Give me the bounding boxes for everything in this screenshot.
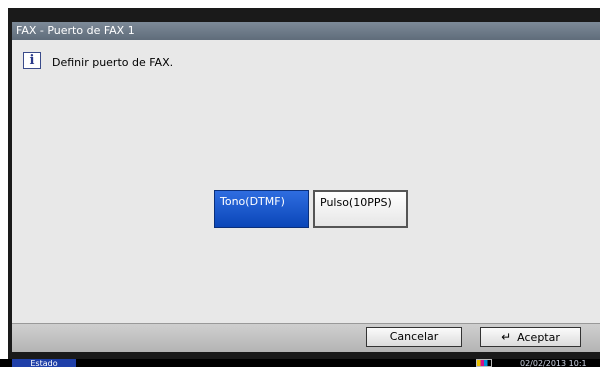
instruction-text: Definir puerto de FAX.: [52, 56, 174, 69]
main-panel: [12, 40, 600, 323]
status-button[interactable]: Estado: [12, 359, 76, 367]
window-title: FAX - Puerto de FAX 1: [12, 22, 600, 40]
info-icon: i: [23, 52, 41, 69]
cancel-button[interactable]: Cancelar: [366, 327, 462, 347]
status-bar: [0, 359, 600, 367]
option-tone-dtmf-button[interactable]: Tono(DTMF): [214, 190, 309, 228]
accept-button[interactable]: ↵ Aceptar: [480, 327, 581, 347]
enter-icon: ↵: [501, 330, 512, 344]
cancel-label: Cancelar: [389, 330, 439, 343]
toner-icon: [476, 359, 492, 367]
option-pulse-10pps-button[interactable]: Pulso(10PPS): [313, 190, 408, 228]
accept-label: Aceptar: [517, 331, 560, 344]
